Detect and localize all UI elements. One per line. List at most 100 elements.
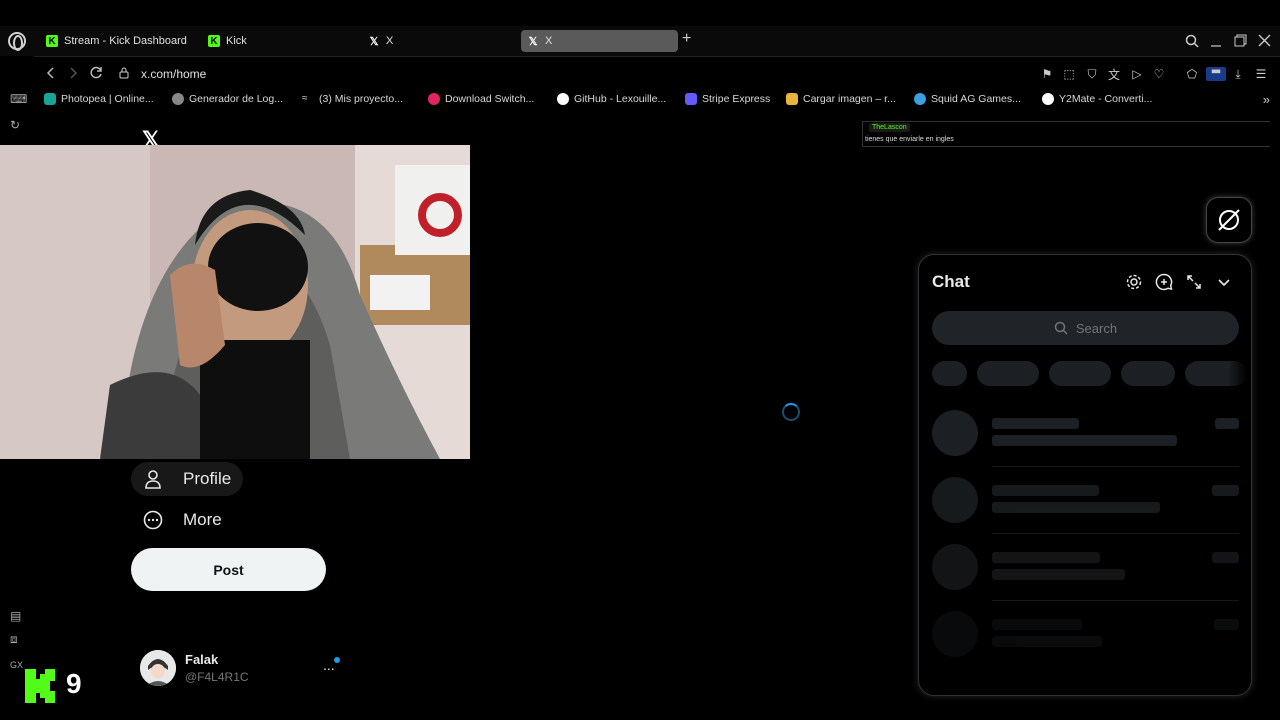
notification-dot: [334, 657, 340, 663]
bookmark-label: (3) Mis proyecto...: [319, 93, 404, 105]
bookmark-item[interactable]: Stripe Express: [685, 93, 770, 105]
bookmark-item[interactable]: Generador de Log...: [172, 93, 283, 105]
lock-icon[interactable]: [119, 67, 129, 79]
bookmark-label: GitHub - Lexouille...: [574, 93, 667, 105]
new-tab-button[interactable]: +: [682, 30, 691, 48]
bookmark-item[interactable]: Y2Mate - Converti...: [1042, 93, 1152, 105]
kick-viewer-count: 9: [66, 668, 82, 699]
cpu-limiter-icon[interactable]: ▤: [10, 609, 21, 623]
minimize-icon[interactable]: [1210, 34, 1222, 48]
bookmark-item[interactable]: Squid AG Games...: [914, 93, 1021, 105]
nav-profile[interactable]: Profile: [131, 462, 244, 496]
bookmark-label: Generador de Log...: [189, 93, 283, 105]
bookmark-label: Cargar imagen – r...: [803, 93, 896, 105]
new-chat-icon[interactable]: [1155, 273, 1173, 291]
skeleton-bar: [1215, 418, 1239, 429]
profile-icon: [145, 470, 161, 489]
chevron-right-icon[interactable]: »: [1263, 92, 1270, 107]
history-icon[interactable]: ↻: [10, 118, 20, 132]
skeleton-avatar: [932, 410, 978, 456]
snapshot-icon[interactable]: ⬚: [1062, 67, 1076, 81]
tab-x-active[interactable]: 𝕏 X: [521, 30, 678, 52]
opera-gx-logo-icon[interactable]: [8, 32, 26, 51]
tab-kick[interactable]: K Kick: [202, 30, 357, 52]
loading-spinner-icon: [782, 403, 800, 421]
back-icon[interactable]: [46, 66, 56, 80]
translate-icon[interactable]: 文: [1107, 67, 1121, 82]
post-button[interactable]: Post: [131, 548, 326, 591]
heart-icon[interactable]: ♡: [1152, 67, 1166, 81]
skeleton-pill: [1121, 361, 1175, 386]
chat-title: Chat: [932, 272, 970, 291]
kick-icon: K: [46, 35, 58, 47]
search-icon[interactable]: [1185, 34, 1199, 48]
divider: [992, 533, 1239, 534]
grok-button[interactable]: [1206, 197, 1252, 243]
gaming-icon[interactable]: ⌨: [10, 92, 27, 106]
gx-label: GX: [10, 660, 24, 670]
url-field[interactable]: x.com/home: [141, 67, 206, 81]
more-circle-icon: [143, 510, 163, 530]
kick-chat-text: tienes que enviarle en ingles: [865, 136, 954, 143]
nav-more[interactable]: More: [131, 503, 234, 537]
chat-search-placeholder: Search: [1075, 320, 1118, 336]
stripe-icon: [685, 93, 697, 105]
switch-icon: [428, 93, 440, 105]
avatar-image: [140, 650, 176, 686]
bookmark-label: Squid AG Games...: [931, 93, 1021, 105]
tab-label: X: [386, 35, 394, 47]
skeleton-avatar: [932, 544, 978, 590]
restore-icon[interactable]: [1234, 34, 1247, 47]
tab-kick-dashboard[interactable]: K Stream - Kick Dashboard: [40, 30, 200, 52]
chat-panel: Chat Search: [918, 254, 1252, 696]
bookmark-item[interactable]: Photopea | Online...: [44, 93, 154, 105]
generator-icon: [172, 93, 184, 105]
webcam-overlay: [0, 145, 470, 459]
divider: [992, 600, 1239, 601]
ram-limiter-icon[interactable]: ⧈: [10, 632, 18, 647]
github-icon: [557, 93, 569, 105]
download-icon[interactable]: ⤓: [1231, 67, 1245, 81]
skeleton-row: [932, 475, 1239, 525]
shield-icon[interactable]: ⛉: [1085, 67, 1099, 81]
skeleton-bar: [992, 502, 1160, 513]
skeleton-bar: [992, 418, 1079, 429]
skeleton-row: [932, 609, 1239, 659]
chevron-down-icon[interactable]: [1215, 273, 1233, 291]
tab-x[interactable]: 𝕏 X: [362, 30, 517, 52]
expand-icon[interactable]: [1185, 273, 1203, 291]
extensions-icon[interactable]: ⬠: [1185, 67, 1199, 81]
skeleton-row: [932, 408, 1239, 458]
kick-logo-icon: [25, 669, 55, 703]
account-name: Falak: [185, 652, 219, 667]
reload-icon[interactable]: [89, 66, 103, 80]
extension-badge-icon[interactable]: ▀▀: [1206, 67, 1226, 81]
bookmark-item[interactable]: GitHub - Lexouille...: [557, 93, 666, 105]
close-window-icon[interactable]: [1258, 34, 1271, 47]
settings-gear-icon[interactable]: [1125, 273, 1143, 291]
squid-games-icon: [914, 93, 926, 105]
bookmark-icon[interactable]: ⚑: [1040, 67, 1054, 81]
page-scrollbar[interactable]: [1270, 115, 1280, 720]
bookmark-label: Photopea | Online...: [61, 93, 154, 105]
avatar: [140, 650, 176, 686]
skeleton-bar: [1212, 552, 1239, 563]
skeleton-bar: [992, 619, 1082, 630]
skeleton-pill: [1049, 361, 1111, 386]
menu-icon[interactable]: ☰: [1254, 67, 1268, 81]
bookmark-item[interactable]: ≈ (3) Mis proyecto...: [302, 93, 403, 105]
nav-label: More: [183, 510, 222, 529]
skeleton-bar: [1214, 619, 1239, 630]
more-dots-icon[interactable]: ...: [323, 657, 335, 673]
account-switcher[interactable]: Falak @F4L4R1C ...: [140, 648, 345, 688]
bookmark-item[interactable]: Cargar imagen – r...: [786, 93, 896, 105]
bookmark-item[interactable]: Download Switch...: [428, 93, 534, 105]
play-icon[interactable]: ▷: [1130, 67, 1144, 81]
bookmark-label: Download Switch...: [445, 93, 535, 105]
forward-icon[interactable]: [68, 66, 78, 80]
tab-label: X: [545, 35, 553, 47]
skeleton-pill: [977, 361, 1039, 386]
chat-search-input[interactable]: Search: [932, 311, 1239, 345]
bookmarks-bar: Photopea | Online... Generador de Log...…: [34, 90, 1280, 112]
skeleton-pill: [932, 361, 967, 386]
